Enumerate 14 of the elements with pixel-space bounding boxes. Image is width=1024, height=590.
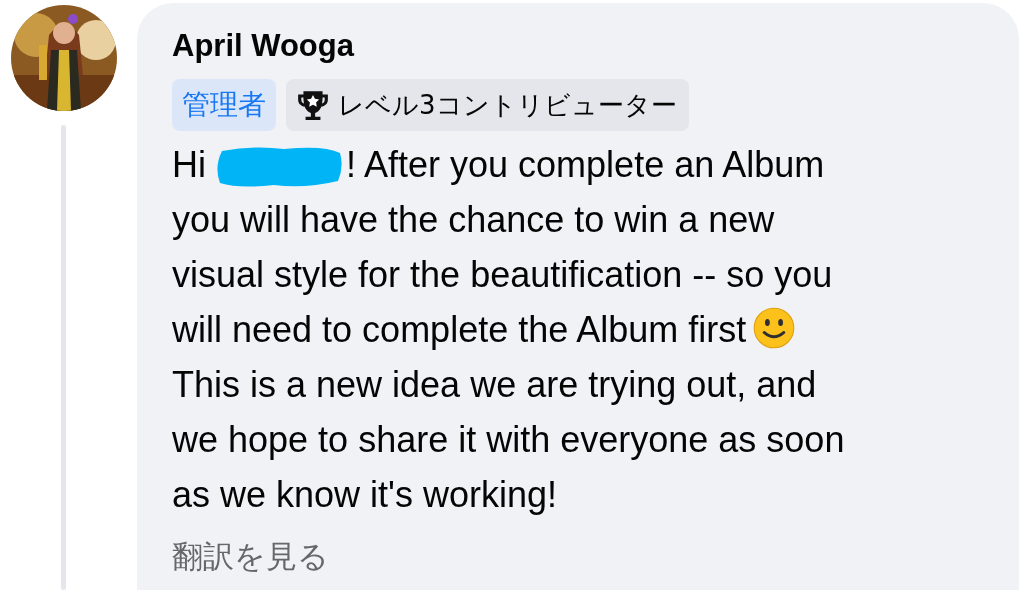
message-text: we hope to share it with everyone as soon <box>172 419 845 460</box>
message-text: you will have the chance to win a new <box>172 199 775 240</box>
message-text: ! After you complete an Album <box>346 144 825 185</box>
see-translation-link[interactable]: 翻訳を見る <box>172 536 979 578</box>
admin-badge: 管理者 <box>172 79 276 131</box>
author-name[interactable]: April Wooga <box>172 23 979 69</box>
smiley-icon <box>752 306 797 350</box>
message-text: visual style for the beautification -- so you <box>172 254 833 295</box>
message-text: as we know it's working! <box>172 474 557 515</box>
badge-label: レベル3コントリビューター <box>338 88 677 122</box>
trophy-icon <box>296 88 330 122</box>
message-text: will need to complete the Album first <box>172 309 747 350</box>
message-text: This is a new idea we are trying out, and <box>172 364 817 405</box>
greeting-text: Hi <box>172 144 206 185</box>
